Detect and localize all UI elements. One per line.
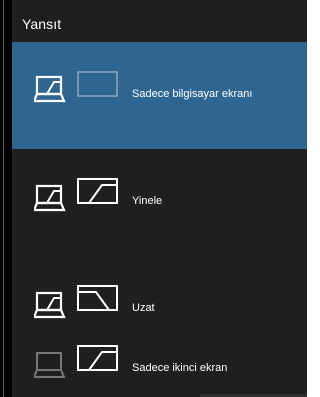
option-label: Sadece ikinci ekran [132,362,228,374]
option-label: Sadece bilgisayar ekranı [132,88,253,100]
duplicate-icon [34,178,118,212]
extend-icon [34,285,118,319]
project-panel: Yansıt Sadece bilgisayar ekranı Yinele U… [12,0,307,397]
pc-screen-only-icon [34,71,118,103]
option-label: Yinele [132,195,163,207]
right-edge [307,0,312,397]
second-screen-only-icon [34,345,118,378]
panel-title: Yansıt [22,16,62,32]
option-duplicate[interactable]: Yinele [12,149,307,256]
option-second-screen-only[interactable]: Sadece ikinci ekran [12,322,307,397]
option-pc-screen-only[interactable]: Sadece bilgisayar ekranı [12,42,307,149]
option-label: Uzat [132,302,155,314]
left-edge-strip [0,0,12,397]
left-edge-line [3,0,4,397]
